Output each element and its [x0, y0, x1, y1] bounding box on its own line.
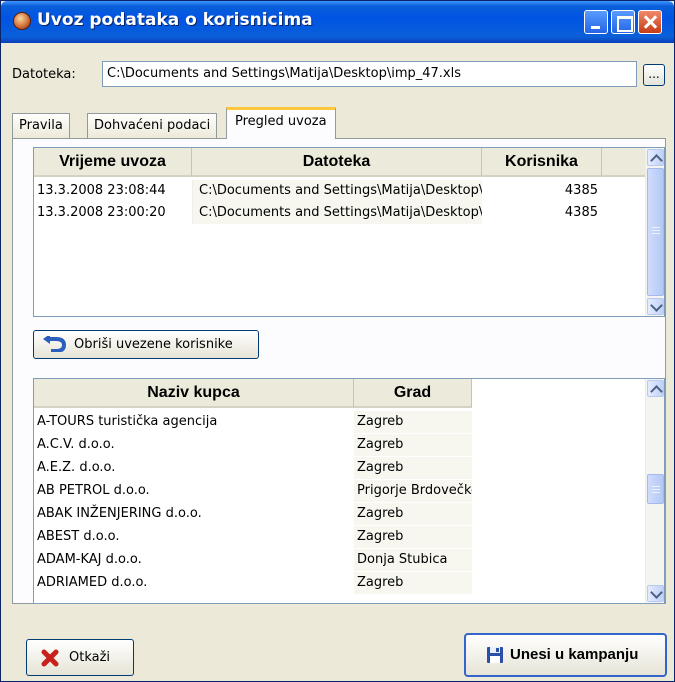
- customer-name-cell: A.E.Z. d.o.o.: [37, 460, 116, 475]
- file-cell: C:\Documents and Settings\Matija\Desktop…: [192, 180, 482, 202]
- imports-scrollbar[interactable]: [645, 148, 664, 316]
- scroll-up-arrow-icon[interactable]: [647, 380, 664, 397]
- column-header-filler: [472, 379, 646, 408]
- customer-name-cell: ADAM-KAJ d.o.o.: [37, 552, 142, 567]
- app-icon: [13, 12, 31, 30]
- city-cell: Zagreb: [354, 572, 472, 594]
- undo-icon: [43, 336, 67, 352]
- window-title: Uvoz podataka o korisnicima: [37, 10, 313, 30]
- city-cell: Prigorje Brdovečko: [354, 480, 472, 502]
- customers-scrollbar[interactable]: [645, 379, 664, 603]
- imports-table: Vrijeme uvoza Datoteka Korisnika 13.3.20…: [33, 147, 665, 317]
- scroll-thumb[interactable]: [647, 168, 664, 296]
- customer-name-cell: ABEST d.o.o.: [37, 529, 120, 544]
- import-time-cell: 13.3.2008 23:08:44: [37, 183, 166, 198]
- file-label: Datoteka:: [12, 67, 76, 82]
- save-disk-icon: [487, 647, 503, 663]
- add-to-campaign-label: Unesi u kampanju: [510, 646, 639, 663]
- column-header-city[interactable]: Grad: [354, 379, 472, 408]
- scroll-up-arrow-icon[interactable]: [647, 149, 664, 166]
- maximize-button[interactable]: [611, 10, 635, 34]
- title-bar[interactable]: Uvoz podataka o korisnicima: [1, 1, 674, 43]
- city-cell: Zagreb: [354, 411, 472, 433]
- add-to-campaign-button[interactable]: Unesi u kampanju: [464, 633, 667, 677]
- customers-table: Naziv kupca Grad A-TOURS turistička agen…: [33, 378, 665, 604]
- file-path-field[interactable]: C:\Documents and Settings\Matija\Desktop…: [102, 61, 637, 87]
- customer-name-cell: ABAK INŽENJERING d.o.o.: [37, 506, 202, 521]
- file-cell: C:\Documents and Settings\Matija\Desktop…: [192, 202, 482, 224]
- column-header-customer-name[interactable]: Naziv kupca: [34, 379, 354, 408]
- scroll-down-arrow-icon[interactable]: [647, 298, 664, 315]
- tab-fetched-data[interactable]: Dohvaćeni podaci: [87, 113, 218, 138]
- cancel-button-label: Otkaži: [69, 650, 111, 665]
- city-cell: Zagreb: [354, 526, 472, 548]
- tab-rules[interactable]: Pravila: [12, 113, 70, 138]
- import-time-cell: 13.3.2008 23:00:20: [37, 205, 166, 220]
- column-header-import-time[interactable]: Vrijeme uvoza: [34, 148, 192, 177]
- cancel-button[interactable]: Otkaži: [26, 639, 134, 676]
- delete-button-label: Obriši uvezene korisnike: [74, 337, 233, 352]
- delete-imported-users-button[interactable]: Obriši uvezene korisnike: [33, 330, 259, 359]
- customer-name-cell: A-TOURS turistička agencija: [37, 414, 218, 429]
- city-cell: Zagreb: [354, 503, 472, 525]
- column-header-filler: [602, 148, 646, 177]
- customer-name-cell: A.C.V. d.o.o.: [37, 437, 115, 452]
- close-button[interactable]: [638, 10, 662, 34]
- scroll-thumb[interactable]: [647, 474, 664, 504]
- cross-icon: [41, 649, 59, 667]
- users-cell: 4385: [564, 183, 598, 198]
- import-dialog: Uvoz podataka o korisnicima Datoteka: C:…: [0, 0, 675, 682]
- scroll-down-arrow-icon[interactable]: [647, 585, 664, 602]
- column-header-users[interactable]: Korisnika: [482, 148, 602, 177]
- city-cell: Donja Stubica: [354, 549, 472, 571]
- minimize-button[interactable]: [584, 10, 608, 34]
- users-cell: 4385: [564, 205, 598, 220]
- browse-button[interactable]: ...: [643, 64, 665, 86]
- tab-import-review[interactable]: Pregled uvoza: [226, 107, 336, 139]
- column-header-file[interactable]: Datoteka: [192, 148, 482, 177]
- city-cell: Zagreb: [354, 434, 472, 456]
- customer-name-cell: ADRIAMED d.o.o.: [37, 575, 148, 590]
- customer-name-cell: AB PETROL d.o.o.: [37, 483, 150, 498]
- city-cell: Zagreb: [354, 457, 472, 479]
